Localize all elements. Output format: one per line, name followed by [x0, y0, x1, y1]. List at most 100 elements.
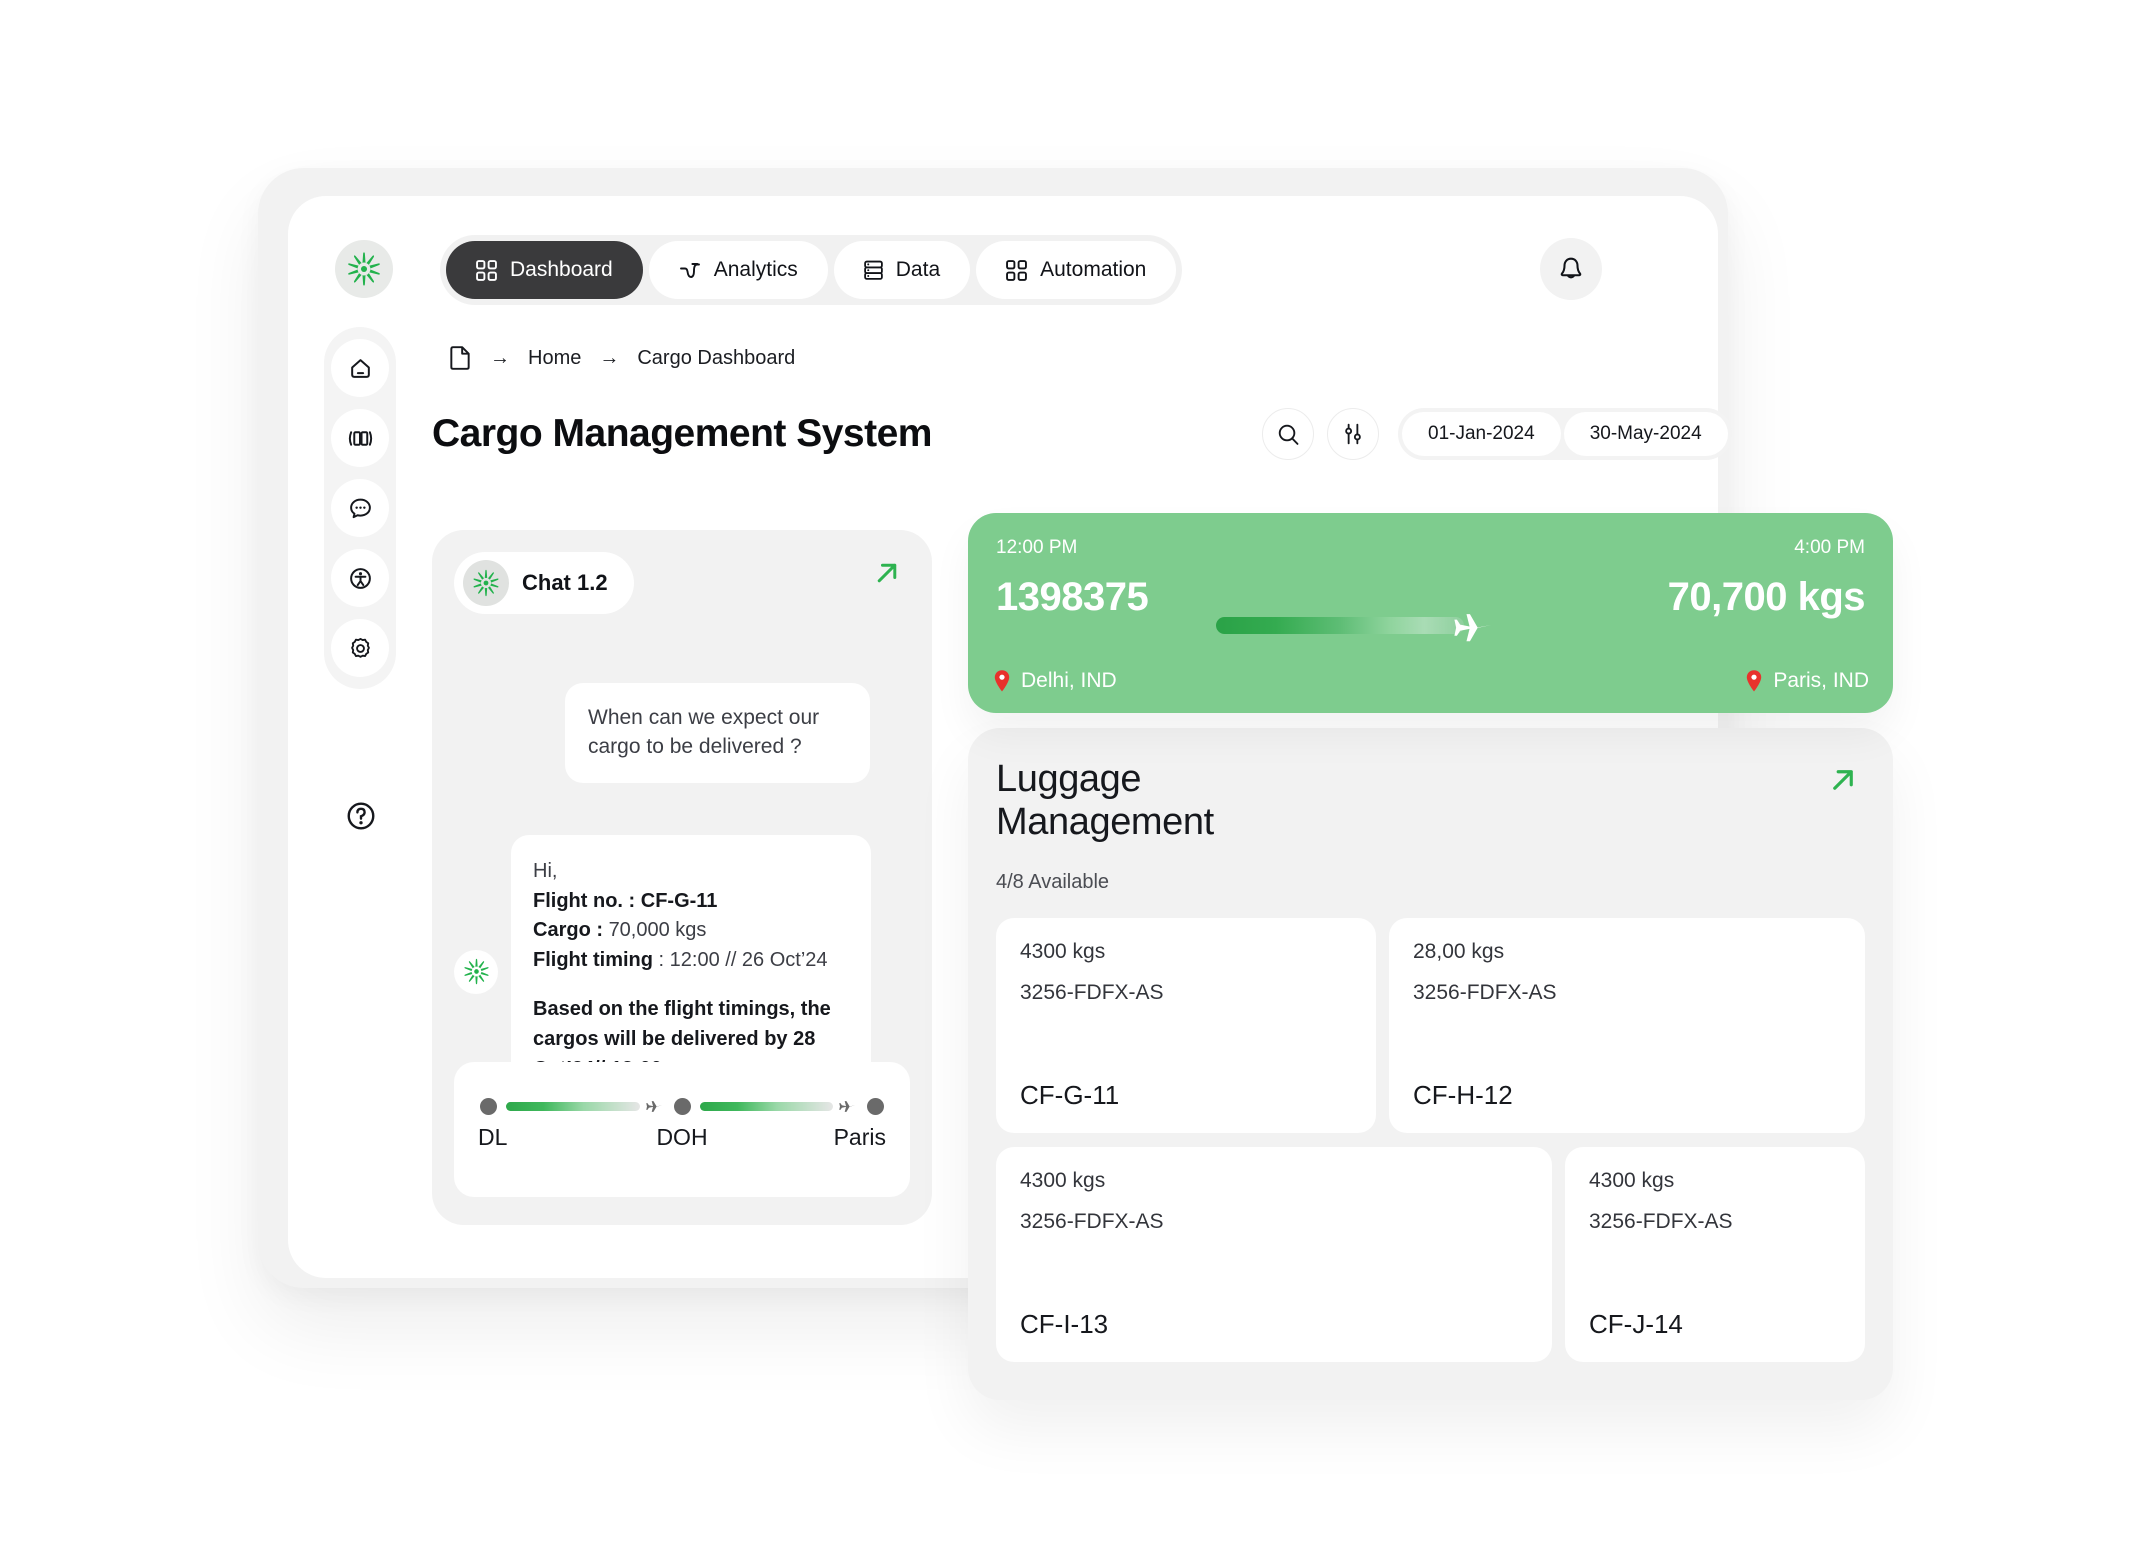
main-tabbar: Dashboard Analytics Data Automation	[440, 235, 1183, 305]
starburst-logo-icon	[473, 569, 499, 597]
luggage-flight-no: CF-H-12	[1413, 1080, 1513, 1110]
luggage-code: 3256-FDFX-AS	[1589, 1210, 1733, 1233]
luggage-management-panel: Luggage Management 4/8 Available 4300 kg…	[968, 728, 1893, 1400]
arrive-time: 4:00 PM	[1794, 537, 1865, 558]
bot-flight-no-line: Flight no. : CF-G-11	[533, 887, 849, 917]
filter-sliders-icon	[1345, 423, 1361, 445]
chat-avatar	[463, 560, 509, 606]
origin: Delhi, IND	[992, 669, 1117, 693]
home-icon	[350, 358, 370, 378]
page-title: Cargo Management System	[432, 412, 932, 455]
luggage-weight: 4300 kgs	[1020, 940, 1106, 963]
luggage-weight: 4300 kgs	[1020, 1169, 1106, 1192]
route-progress-bar	[699, 1102, 833, 1111]
flight-status-card: 12:00 PM 4:00 PM 1398375 70,700 kgs Delh…	[968, 513, 1893, 713]
chat-panel: Chat 1.2 When can we expect our cargo to…	[432, 530, 932, 1225]
breadcrumb-arrow: →	[599, 346, 620, 369]
pulse-wave-icon	[679, 262, 700, 278]
gear-icon	[350, 637, 370, 658]
luggage-code: 3256-FDFX-AS	[1020, 981, 1164, 1004]
luggage-card[interactable]: 4300 kgs 3256-FDFX-AS CF-I-13	[996, 1147, 1552, 1362]
panels-icon	[348, 430, 372, 446]
bell-icon	[1560, 257, 1582, 278]
route-progress-card: DL DOH Paris	[454, 1062, 910, 1197]
luggage-code: 3256-FDFX-AS	[1413, 981, 1557, 1004]
luggage-code: 3256-FDFX-AS	[1020, 1210, 1164, 1233]
luggage-flight-no: CF-I-13	[1020, 1309, 1109, 1339]
breadcrumb-item-cargo-dashboard[interactable]: Cargo Dashboard	[637, 347, 795, 370]
sidebar-item-accessibility[interactable]	[331, 549, 389, 607]
sidebar-item-messages[interactable]	[331, 479, 389, 537]
search-icon	[1278, 424, 1298, 445]
route-stop-dot	[480, 1098, 497, 1115]
flight-weight: 70,700 kgs	[1667, 575, 1866, 619]
bot-cargo-line: Cargo : 70,000 kgs	[533, 916, 849, 946]
luggage-title: Luggage Management	[996, 758, 1214, 843]
route-stop-label: DOH	[656, 1124, 708, 1150]
tab-label: Dashboard	[510, 258, 613, 281]
breadcrumb-item-home[interactable]: Home	[528, 347, 581, 370]
luggage-row: 4300 kgs 3256-FDFX-AS CF-I-13 4300 kgs 3…	[996, 1147, 1865, 1362]
date-to-input[interactable]: 30-May-2024	[1563, 412, 1728, 456]
luggage-expand-button[interactable]	[1825, 762, 1861, 803]
bot-timing-value: : 12:00 // 26 Oct’24	[658, 948, 828, 971]
luggage-card[interactable]: 4300 kgs 3256-FDFX-AS CF-G-11	[996, 918, 1376, 1133]
date-range-picker: 01-Jan-2024 30-May-2024	[1398, 408, 1732, 460]
tab-dashboard[interactable]: Dashboard	[446, 241, 643, 299]
chat-bubble-icon	[349, 498, 371, 518]
date-from-input[interactable]: 01-Jan-2024	[1402, 412, 1561, 456]
bot-greeting: Hi,	[533, 860, 558, 882]
sidebar-item-panels[interactable]	[331, 409, 389, 467]
bot-cargo-label: Cargo :	[533, 919, 603, 942]
luggage-availability: 4/8 Available	[996, 871, 1110, 893]
bot-avatar	[454, 949, 498, 994]
flight-progress	[1216, 595, 1536, 655]
starburst-logo-icon	[347, 252, 381, 286]
flight-id: 1398375	[996, 575, 1149, 619]
help-button[interactable]	[340, 795, 382, 837]
sidebar-item-settings[interactable]	[331, 619, 389, 677]
route-stop-label: Paris	[833, 1124, 886, 1150]
destination: Paris, IND	[1744, 669, 1869, 693]
route-stop-dot	[673, 1098, 691, 1115]
arrow-up-right-icon	[1833, 770, 1853, 790]
chat-title: Chat 1.2	[522, 570, 608, 595]
bot-flight-no-value: CF-G-11	[640, 889, 718, 912]
notifications-button[interactable]	[1540, 238, 1602, 300]
tab-label: Analytics	[713, 258, 798, 281]
luggage-weight: 28,00 kgs	[1413, 940, 1505, 963]
route-labels: DL DOH Paris	[454, 1124, 910, 1151]
luggage-flight-no: CF-G-11	[1020, 1080, 1120, 1110]
accessibility-icon	[349, 567, 371, 589]
luggage-card[interactable]: 4300 kgs 3256-FDFX-AS CF-J-14	[1565, 1147, 1865, 1362]
tab-automation[interactable]: Automation	[976, 241, 1177, 299]
luggage-grid: 4300 kgs 3256-FDFX-AS CF-G-11 28,00 kgs …	[996, 918, 1865, 1376]
tab-label: Automation	[1040, 258, 1147, 281]
route-stop-label: DL	[478, 1124, 508, 1150]
chat-expand-button[interactable]	[870, 556, 904, 595]
tab-data[interactable]: Data	[833, 241, 971, 299]
luggage-card[interactable]: 28,00 kgs 3256-FDFX-AS CF-H-12	[1389, 918, 1865, 1133]
breadcrumb: → Home → Cargo Dashboard	[448, 345, 795, 371]
origin-label: Delhi, IND	[1021, 669, 1117, 692]
app-logo[interactable]	[335, 240, 393, 298]
tab-analytics[interactable]: Analytics	[648, 241, 828, 299]
route-progress-bar	[506, 1102, 640, 1111]
bot-flight-no-label: Flight no. :	[533, 889, 636, 912]
filter-button[interactable]	[1327, 408, 1379, 460]
help-circle-icon	[347, 802, 375, 830]
luggage-weight: 4300 kgs	[1589, 1169, 1675, 1192]
database-icon	[863, 260, 883, 280]
tab-label: Data	[895, 258, 941, 281]
luggage-flight-no: CF-J-14	[1589, 1309, 1683, 1339]
route-stop-dot	[867, 1098, 884, 1115]
bot-cargo-value: 70,000 kgs	[608, 919, 707, 942]
sidebar-item-home[interactable]	[331, 339, 389, 397]
plane-icon	[839, 1101, 856, 1112]
grid-icon	[1006, 259, 1028, 281]
file-icon	[450, 346, 470, 370]
search-button[interactable]	[1262, 408, 1314, 460]
chat-badge[interactable]: Chat 1.2	[454, 552, 634, 614]
grid-icon	[476, 259, 497, 281]
flight-progress-bar	[1216, 616, 1464, 634]
